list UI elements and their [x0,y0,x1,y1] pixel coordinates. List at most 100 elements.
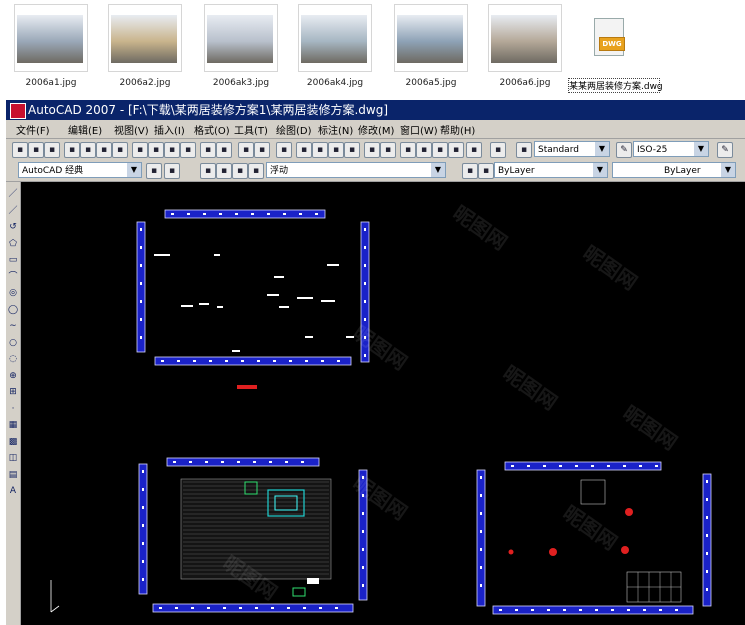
file-image[interactable]: 2006ak4.jpg [290,2,380,94]
chevron-down-icon[interactable]: ▼ [127,163,141,177]
dimension-tick [643,609,646,611]
toolbar-tool-icon[interactable]: ▪ [232,163,248,179]
chevron-down-icon[interactable]: ▼ [595,142,609,156]
file-name: 2006a5.jpg [405,78,457,88]
draw-tool-icon[interactable]: ◌ [7,353,19,365]
draw-tool-icon[interactable]: ◫ [7,452,19,464]
draw-tool-icon[interactable]: ▤ [7,469,19,481]
toolbar-tool-icon[interactable]: ✎ [717,142,733,158]
menu-item[interactable]: 工具(T) [234,122,268,137]
file-image[interactable]: 2006a2.jpg [100,2,190,94]
draw-tool-icon[interactable]: ◎ [7,287,19,299]
dimension-tick [142,560,144,563]
file-thumbnail [204,4,278,72]
toolbar-tool-icon[interactable]: ▪ [516,142,532,158]
toolbar-tool-icon[interactable]: ▪ [490,142,506,158]
toolbar-tool-icon[interactable]: ▪ [364,142,380,158]
dimension-tick [205,461,208,463]
menu-item[interactable]: 插入(I) [154,122,185,137]
text-style-select[interactable]: Standard ▼ [534,141,610,157]
toolbar-tool-icon[interactable]: ▪ [216,163,232,179]
toolbar-tool-icon[interactable]: ▪ [344,142,360,158]
menu-item[interactable]: 窗口(W) [400,122,438,137]
menu-item[interactable]: 视图(V) [114,122,149,137]
toolbar-tool-icon[interactable]: ▪ [254,142,270,158]
toolbar-tool-icon[interactable]: ▪ [462,163,478,179]
draw-tool-icon[interactable]: ○ [7,337,19,349]
draw-tool-icon[interactable]: A [7,485,19,497]
toolbar-tool-icon[interactable]: ▪ [432,142,448,158]
file-image[interactable]: 2006a6.jpg [480,2,570,94]
toolbar-tool-icon[interactable]: ▪ [164,163,180,179]
layer-select[interactable]: 浮动 ▼ [266,162,446,178]
menu-item[interactable]: 标注(N) [318,122,353,137]
chevron-down-icon[interactable]: ▼ [694,142,708,156]
toolbar-tool-icon[interactable]: ▪ [276,142,292,158]
color-select[interactable]: ByLayer ▼ [494,162,608,178]
draw-tool-icon[interactable]: · [7,403,19,415]
menu-item[interactable]: 帮助(H) [440,122,475,137]
linetype-select[interactable]: ByLayer ▼ [612,162,736,178]
toolbar-tool-icon[interactable]: ▪ [448,142,464,158]
menu-item[interactable]: 编辑(E) [68,122,102,137]
toolbar-tool-icon[interactable]: ▪ [64,142,80,158]
toolbar-tool-icon[interactable]: ▪ [200,163,216,179]
dimension-tick [273,360,276,362]
draw-tool-icon[interactable]: ▦ [7,419,19,431]
chevron-down-icon[interactable]: ▼ [431,163,445,177]
dimension-tick [480,548,482,551]
chevron-down-icon[interactable]: ▼ [721,163,735,177]
workspace-select[interactable]: AutoCAD 经典 ▼ [18,162,142,178]
menu-item[interactable]: 文件(F) [16,122,50,137]
toolbar-tool-icon[interactable]: ▪ [238,142,254,158]
draw-tool-icon[interactable]: ▩ [7,436,19,448]
draw-tool-icon[interactable]: ⌒ [7,271,19,283]
draw-tool-icon[interactable]: ⬠ [7,238,19,250]
draw-tool-icon[interactable]: ／ [7,205,19,217]
file-image[interactable]: 2006a5.jpg [386,2,476,94]
toolbar-tool-icon[interactable]: ▪ [28,142,44,158]
toolbar-tool-icon[interactable]: ▪ [44,142,60,158]
draw-tool-icon[interactable]: ▭ [7,254,19,266]
chevron-down-icon[interactable]: ▼ [593,163,607,177]
draw-tool-icon[interactable]: ／ [7,188,19,200]
toolbar-tool-icon[interactable]: ▪ [380,142,396,158]
menu-item[interactable]: 修改(M) [358,122,394,137]
toolbar-tool-icon[interactable]: ▪ [478,163,494,179]
toolbar-tool-icon[interactable]: ▪ [148,142,164,158]
file-dwg[interactable]: DWG 某某两居装修方案.dwg [568,2,663,94]
toolbar-tool-icon[interactable]: ▪ [416,142,432,158]
dim-style-select[interactable]: ISO-25 ▼ [633,141,709,157]
toolbar-tool-icon[interactable]: ▪ [112,142,128,158]
draw-tool-icon[interactable]: ∼ [7,320,19,332]
toolbar-tool-icon[interactable]: ▪ [296,142,312,158]
draw-tool-icon[interactable]: ◯ [7,304,19,316]
section-marker [237,385,257,389]
draw-tool-icon[interactable]: ⊞ [7,386,19,398]
file-image[interactable]: 2006a1.jpg [6,2,96,94]
menu-item[interactable]: 绘图(D) [276,122,312,137]
toolbar-tool-icon[interactable]: ▪ [180,142,196,158]
toolbar-tool-icon[interactable]: ▪ [216,142,232,158]
toolbar-tool-icon[interactable]: ▪ [328,142,344,158]
draw-tool-icon[interactable]: ⊕ [7,370,19,382]
toolbar-tool-icon[interactable]: ▪ [96,142,112,158]
draw-tool-icon[interactable]: ↺ [7,221,19,233]
file-image[interactable]: 2006ak3.jpg [196,2,286,94]
toolbar-tool-icon[interactable]: ✎ [616,142,632,158]
toolbar-tool-icon[interactable]: ▪ [400,142,416,158]
toolbar-tool-icon[interactable]: ▪ [312,142,328,158]
toolbar-tool-icon[interactable]: ▪ [146,163,162,179]
toolbar-tool-icon[interactable]: ▪ [466,142,482,158]
furniture-green [292,587,306,597]
toolbar-tool-icon[interactable]: ▪ [164,142,180,158]
dimension-tick [251,213,254,215]
title-bar[interactable]: AutoCAD 2007 - [F:\下载\某两居装修方案1\某两居装修方案.d… [6,100,745,120]
toolbar-tool-icon[interactable]: ▪ [80,142,96,158]
toolbar-tool-icon[interactable]: ▪ [200,142,216,158]
menu-item[interactable]: 格式(O) [194,122,230,137]
toolbar-tool-icon[interactable]: ▪ [12,142,28,158]
toolbar-tool-icon[interactable]: ▪ [248,163,264,179]
drawing-canvas[interactable]: 昵图网 昵图网 昵图网 昵图网 昵图网 昵图网 昵图网 昵图网 [21,182,745,625]
toolbar-tool-icon[interactable]: ▪ [132,142,148,158]
